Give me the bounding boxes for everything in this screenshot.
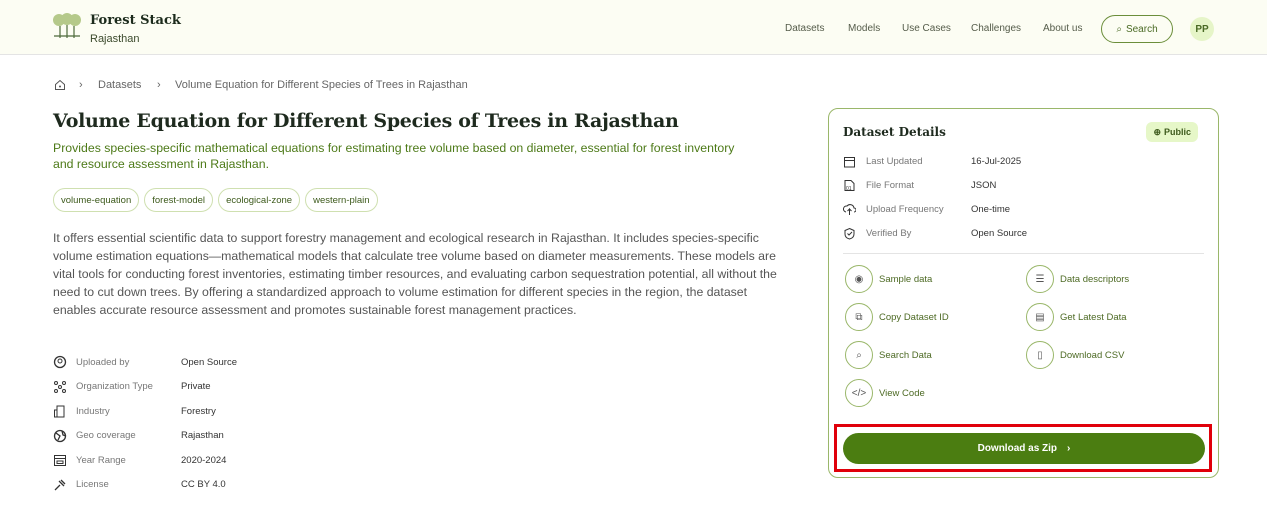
page-title: Volume Equation for Different Species of… [53,110,679,132]
forest-stack-logo-icon[interactable] [52,12,82,44]
data-descriptors-button[interactable]: ☰ Data descriptors [1026,265,1129,293]
tag[interactable]: forest-model [144,188,214,212]
nav-datasets[interactable]: Datasets [785,23,824,34]
region-name: Rajasthan [90,33,140,45]
globe-icon: ⊕ [1153,126,1161,137]
action-label: Download CSV [1060,349,1125,361]
download-csv-button[interactable]: ▯ Download CSV [1026,341,1124,369]
action-label: Sample data [879,273,933,285]
tag[interactable]: ecological-zone [218,188,301,212]
meta-row: Organization Type Private [53,375,237,400]
file-binary-icon: 01 [843,179,856,192]
globe-icon [53,429,67,443]
meta-value: Rajasthan [181,430,224,442]
meta-value: Private [181,381,211,393]
meta-row: Year Range 2020-2024 [53,448,237,473]
nav-challenges[interactable]: Challenges [971,23,1021,34]
building-icon [53,404,67,418]
detail-value: Open Source [971,228,1027,239]
brand-name: Forest Stack [90,13,181,28]
download-label: Download as Zip [977,443,1058,454]
database-icon: ▤ [1026,303,1054,331]
copy-icon: ⧉ [845,303,873,331]
meta-row: Geo coverage Rajasthan [53,424,237,449]
meta-label: Geo coverage [76,430,136,442]
search-label: Search [1125,23,1158,35]
code-icon: </> [845,379,873,407]
card-title: Dataset Details [843,125,946,139]
download-zip-button[interactable]: Download as Zip › [843,433,1205,464]
list-icon: ☰ [1026,265,1054,293]
avatar[interactable]: PP [1190,17,1214,41]
calendar-icon [843,155,856,168]
dataset-details-card: Dataset Details ⊕ Public Last Updated 16-J… [828,108,1219,478]
description: It offers essential scientific data to s… [53,231,777,317]
shield-check-icon [843,227,856,240]
visibility-badge: ⊕ Public [1146,122,1198,142]
get-latest-data-button[interactable]: ▤ Get Latest Data [1026,303,1127,331]
detail-label: File Format [866,180,915,191]
eye-icon: ◉ [845,265,873,293]
org-icon [53,380,67,394]
search-icon: ⌕ [1116,23,1122,35]
search-button[interactable]: ⌕ Search [1101,15,1173,43]
tag[interactable]: western-plain [305,188,378,212]
meta-label: Organization Type [76,381,153,393]
tag-list: volume-equation forest-model ecological-… [53,188,378,212]
meta-label: License [76,479,109,491]
file-csv-icon: ▯ [1026,341,1054,369]
meta-value: Forestry [181,405,216,417]
home-icon[interactable] [54,79,66,91]
detail-row: Last Updated 16-Jul-2025 [843,155,1021,168]
sample-data-button[interactable]: ◉ Sample data [845,265,932,293]
action-label: Search Data [879,349,932,361]
detail-value: One-time [971,204,1011,215]
detail-row: Upload Frequency One-time [842,203,1011,216]
detail-label: Last Updated [866,156,923,167]
nav-models[interactable]: Models [848,23,880,34]
meta-label: Year Range [76,454,126,466]
detail-row: 01 File Format JSON [843,179,996,192]
detail-value: 16-Jul-2025 [971,156,1022,167]
meta-row: Uploaded by Open Source [53,350,237,375]
calendar-icon [53,453,67,467]
breadcrumb-separator-icon: › [157,79,161,91]
action-label: Get Latest Data [1060,311,1127,323]
view-code-button[interactable]: </> View Code [845,379,925,407]
meta-value: Open Source [181,356,237,368]
action-label: Copy Dataset ID [879,311,949,323]
user-circle-icon [53,355,67,369]
header: Forest Stack Rajasthan Datasets Models U… [0,0,1267,55]
detail-label: Verified By [866,228,912,239]
breadcrumb-current: Volume Equation for Different Species of… [175,79,468,91]
search-icon: ⌕ [845,341,873,369]
nav-use-cases[interactable]: Use Cases [902,23,951,34]
meta-label: Uploaded by [76,356,130,368]
detail-row: Verified By Open Source [843,227,1027,240]
meta-value: CC BY 4.0 [181,479,226,491]
chevron-right-icon: › [1067,443,1071,454]
nav-about-us[interactable]: About us [1043,23,1082,34]
meta-row: Industry Forestry [53,399,237,424]
action-label: Data descriptors [1060,273,1130,285]
gavel-icon [53,478,67,492]
visibility-label: Public [1163,127,1191,137]
detail-value: JSON [971,180,997,191]
meta-row: License CC BY 4.0 [53,473,237,498]
page-subtitle: Provides species-specific mathematical e… [53,141,735,171]
search-data-button[interactable]: ⌕ Search Data [845,341,932,369]
dataset-metadata: Uploaded by Open Source Organization Type… [53,350,237,497]
copy-dataset-id-button[interactable]: ⧉ Copy Dataset ID [845,303,949,331]
breadcrumb-separator-icon: › [79,79,83,91]
divider [843,253,1204,254]
cloud-upload-icon [842,203,857,216]
meta-label: Industry [76,405,110,417]
meta-value: 2020-2024 [181,454,227,466]
svg-text:01: 01 [846,186,852,192]
breadcrumb-datasets[interactable]: Datasets [98,79,141,91]
action-label: View Code [879,387,925,399]
tag[interactable]: volume-equation [53,188,140,212]
detail-label: Upload Frequency [866,204,944,215]
